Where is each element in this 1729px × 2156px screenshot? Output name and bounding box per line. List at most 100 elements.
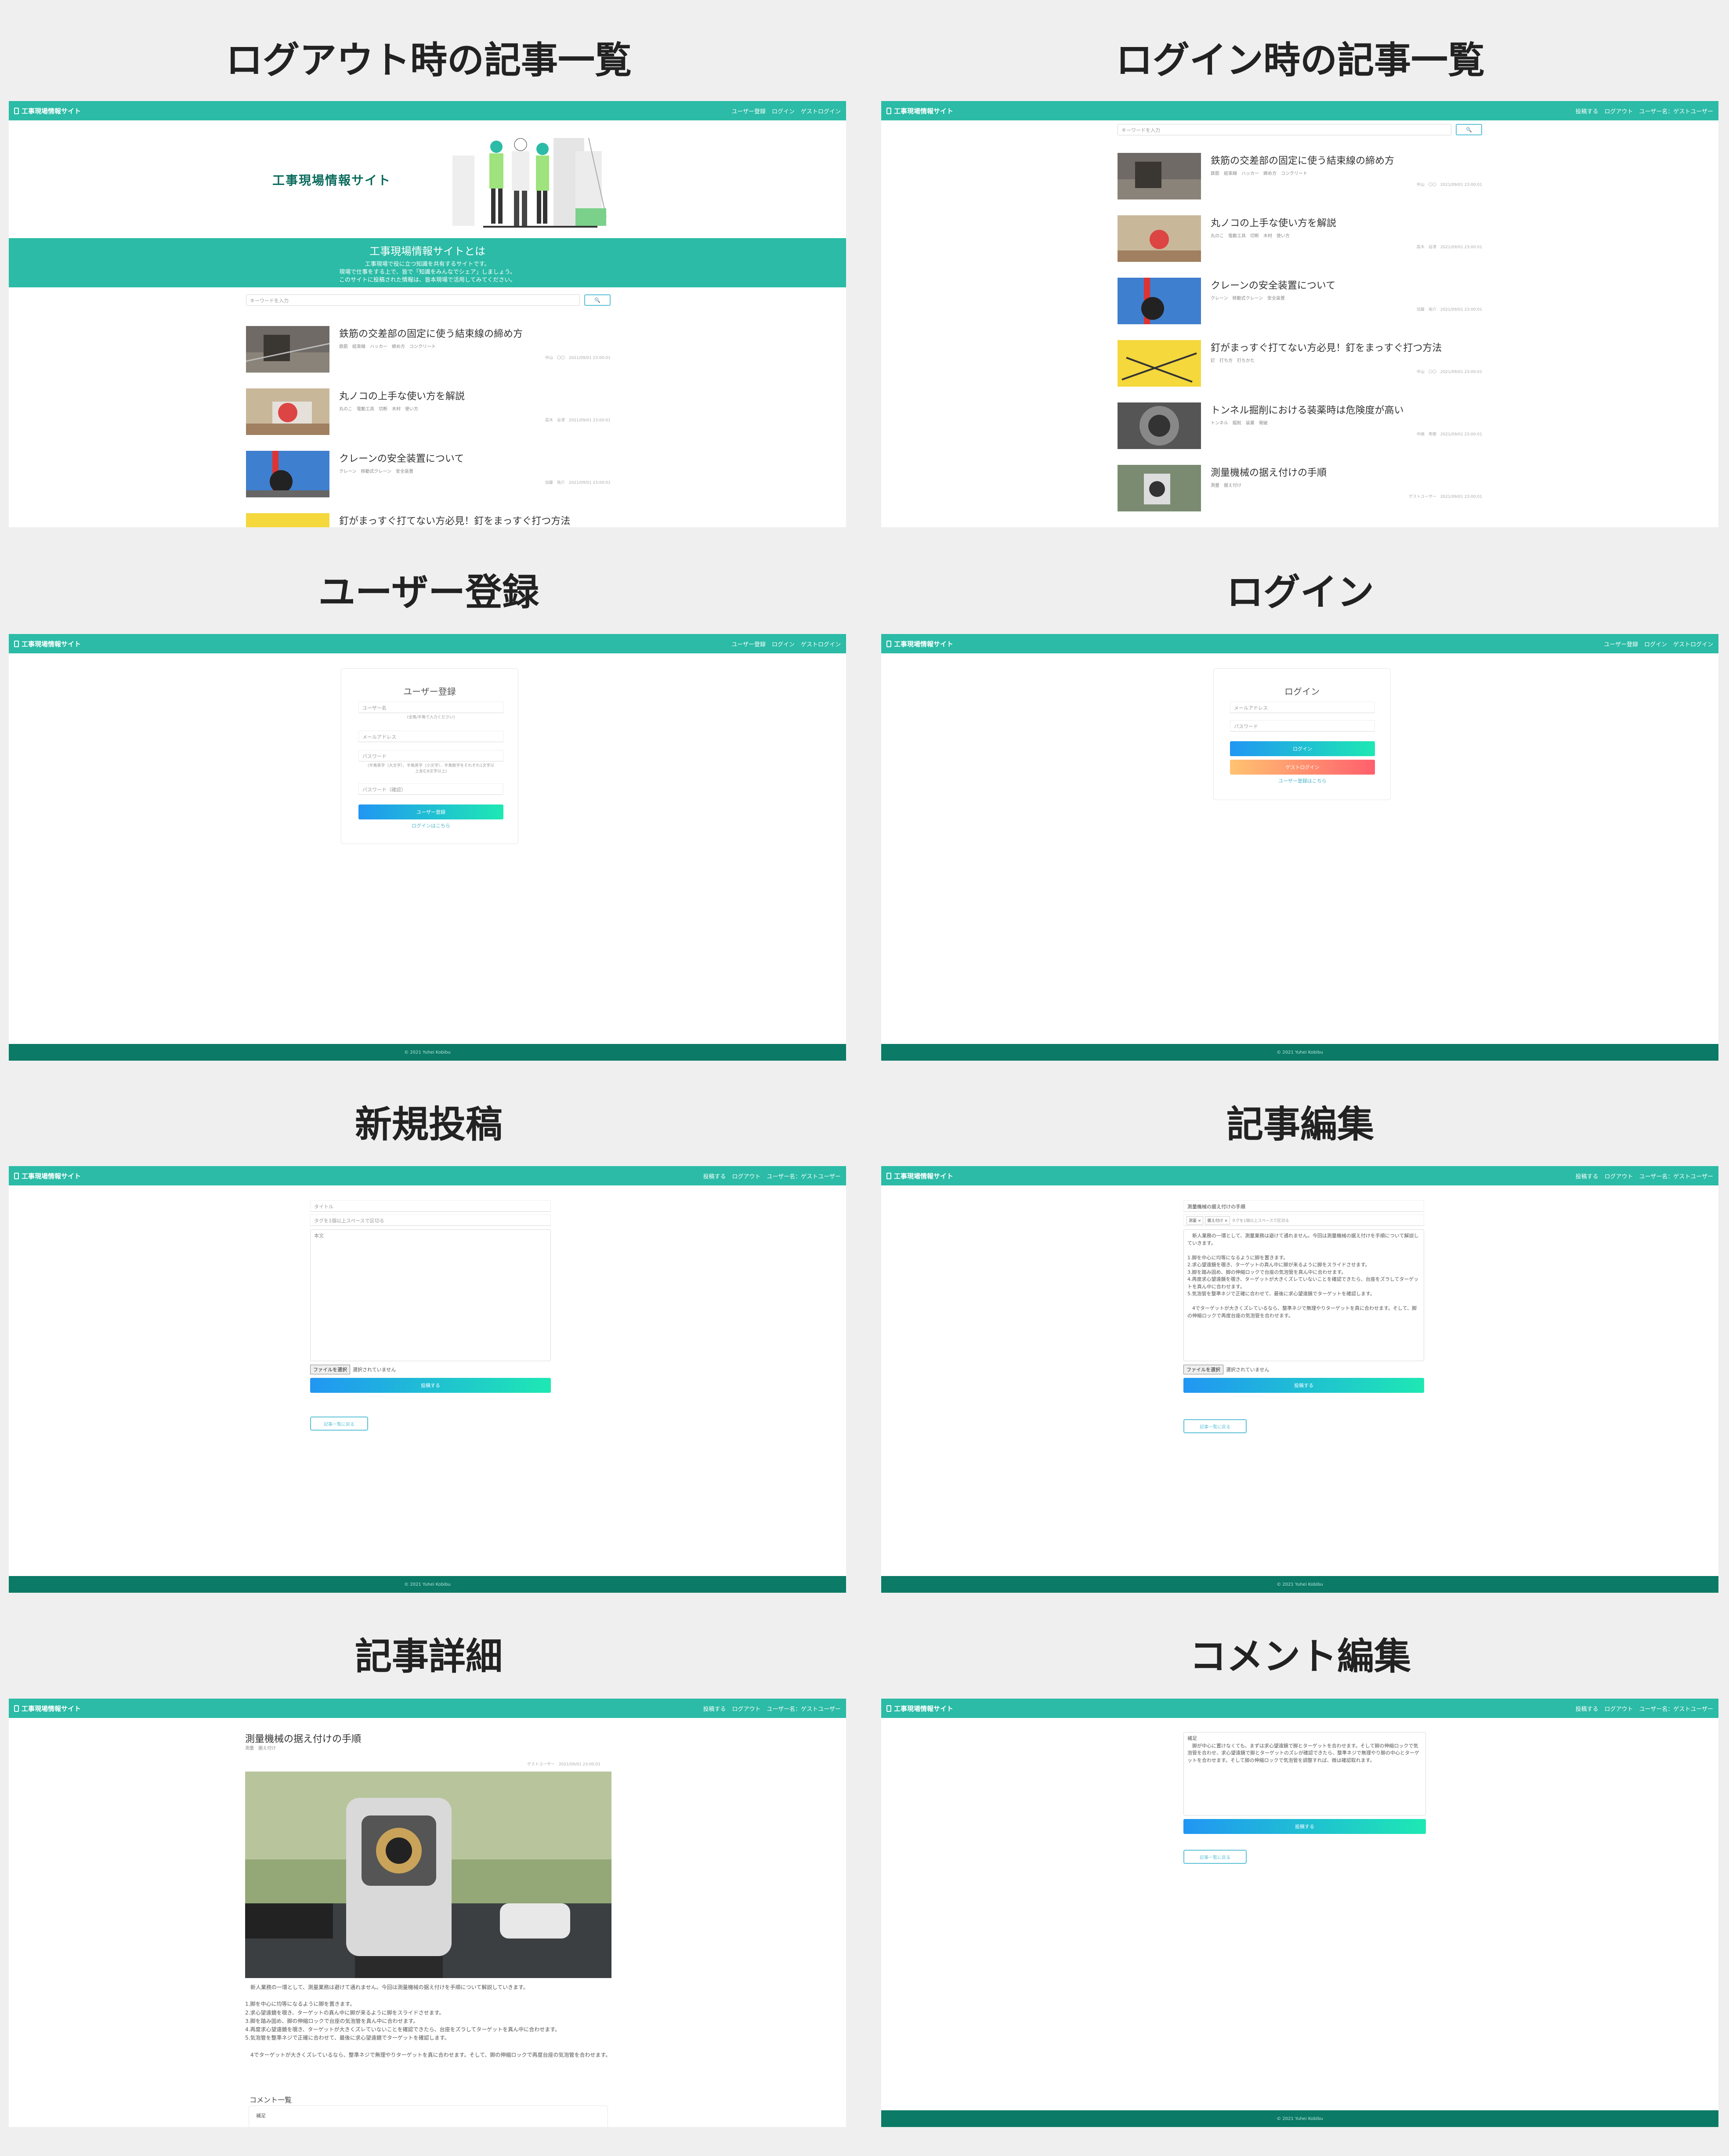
login-submit-button[interactable]: ログイン <box>1230 741 1375 756</box>
article-title[interactable]: 釘がまっすぐ打てない方必見！釘をまっすぐ打つ方法 <box>1211 340 1442 354</box>
article-tags[interactable]: クレーン 移動式クレーン 安全装置 <box>339 467 464 474</box>
article-tags[interactable]: 釘 打ち方 打ちかた <box>1211 357 1442 363</box>
article-thumbnail[interactable] <box>246 388 329 435</box>
post-submit-button[interactable]: 投稿する <box>310 1378 551 1393</box>
tag-chip[interactable]: 据え付け × <box>1205 1216 1230 1225</box>
password-field[interactable]: パスワード <box>358 750 503 761</box>
article-title[interactable]: クレーンの安全装置について <box>339 451 464 465</box>
article-tags[interactable]: トンネル 掘削 装薬 発破 <box>1211 419 1404 426</box>
article-title[interactable]: 鉄筋の交差部の固定に使う結束線の締め方 <box>339 326 523 340</box>
login-link[interactable]: ログインはこちら <box>358 822 503 829</box>
article-title[interactable]: 丸ノコの上手な使い方を解説 <box>339 388 465 402</box>
username-field[interactable]: ユーザー名 <box>358 702 503 713</box>
nav-register[interactable]: ユーザー登録 <box>731 640 766 648</box>
tags-field[interactable]: 測量 × 据え付け × タグを1個以上スペースで区切る <box>1183 1214 1424 1226</box>
nav-new-post[interactable]: 投稿する <box>703 1704 726 1713</box>
article-title[interactable]: 丸ノコの上手な使い方を解説 <box>1211 215 1336 229</box>
brand-link[interactable]: 工事現場情報サイト <box>886 639 953 649</box>
register-link[interactable]: ユーザー登録はこちら <box>1230 777 1375 784</box>
comment-submit-button[interactable]: 投稿する <box>1183 1819 1426 1834</box>
nav-new-post[interactable]: 投稿する <box>1575 1704 1598 1713</box>
body-textarea[interactable]: 新人業務の一環として、測量業務は避けて通れません。今回は測量機械の据え付けを手順… <box>1183 1229 1424 1361</box>
article-title[interactable]: 釘がまっすぐ打てない方必見！釘をまっすぐ打つ方法 <box>339 513 570 527</box>
brand-link[interactable]: 工事現場情報サイト <box>14 1704 81 1713</box>
search-input[interactable]: キーワードを入力 <box>246 294 580 306</box>
article-title[interactable]: 鉄筋の交差部の固定に使う結束線の締め方 <box>1211 153 1394 167</box>
nav-register[interactable]: ユーザー登録 <box>1604 640 1638 648</box>
article-tags[interactable]: クレーン 移動式クレーン 安全装置 <box>1211 294 1335 301</box>
list-item[interactable]: トンネル掘削における装薬時は危険度が高い トンネル 掘削 装薬 発破 中嶋 秀樹 … <box>1118 402 1482 449</box>
article-title[interactable]: トンネル掘削における装薬時は危険度が高い <box>1211 402 1404 417</box>
tag-chip[interactable]: 測量 × <box>1186 1216 1204 1225</box>
nav-login[interactable]: ログイン <box>772 107 795 115</box>
nav-logout[interactable]: ログアウト <box>1605 1704 1633 1713</box>
article-thumbnail[interactable] <box>1118 278 1201 324</box>
search-input[interactable]: キーワードを入力 <box>1118 124 1451 135</box>
nav-guest-login[interactable]: ゲストログイン <box>801 107 841 115</box>
article-thumbnail[interactable] <box>1118 153 1201 199</box>
brand-link[interactable]: 工事現場情報サイト <box>886 1171 953 1181</box>
list-item[interactable]: クレーンの安全装置について クレーン 移動式クレーン 安全装置 加藤 祐介 202… <box>246 451 611 497</box>
password-confirm-field[interactable]: パスワード（確認） <box>358 783 503 795</box>
article-tags[interactable]: 測量 据え付け <box>245 1744 276 1751</box>
article-thumbnail[interactable] <box>1118 465 1201 511</box>
article-thumbnail[interactable] <box>1118 215 1201 262</box>
article-thumbnail[interactable] <box>246 513 329 527</box>
nav-logout[interactable]: ログアウト <box>732 1172 761 1180</box>
brand-link[interactable]: 工事現場情報サイト <box>14 639 81 649</box>
nav-register[interactable]: ユーザー登録 <box>731 107 766 115</box>
article-title[interactable]: 測量機械の据え付けの手順 <box>1211 465 1327 479</box>
body-textarea[interactable]: 本文 <box>310 1229 551 1361</box>
post-submit-button[interactable]: 投稿する <box>1183 1378 1424 1393</box>
list-item[interactable]: 丸ノコの上手な使い方を解説 丸のこ 電動工具 切断 木材 使い方 高木 谷津 20… <box>1118 215 1482 262</box>
list-item[interactable]: 鉄筋の交差部の固定に使う結束線の締め方鉄筋 結束線 ハッカー 締め方 コンクリー… <box>246 326 611 373</box>
nav-guest-login[interactable]: ゲストログイン <box>801 640 841 648</box>
search-button[interactable]: 🔍 <box>584 294 611 306</box>
list-item[interactable]: 丸ノコの上手な使い方を解説 丸のこ 電動工具 切断 木材 使い方 高木 谷津 20… <box>246 388 611 435</box>
article-tags[interactable]: 丸のこ 電動工具 切断 木材 使い方 <box>339 405 465 412</box>
article-tags[interactable]: 測量 据え付け <box>1211 482 1327 488</box>
nav-logout[interactable]: ログアウト <box>732 1704 761 1713</box>
nav-new-post[interactable]: 投稿する <box>703 1172 726 1180</box>
nav-login[interactable]: ログイン <box>772 640 795 648</box>
file-select-button[interactable]: ファイルを選択 <box>310 1365 350 1374</box>
email-field[interactable]: メールアドレス <box>1230 702 1375 713</box>
brand-link[interactable]: 工事現場情報サイト <box>14 106 81 116</box>
register-submit-button[interactable]: ユーザー登録 <box>358 804 503 819</box>
title-field[interactable]: 測量機械の据え付けの手順 <box>1183 1200 1424 1212</box>
article-title[interactable]: クレーンの安全装置について <box>1211 278 1335 292</box>
nav-user[interactable]: ユーザー名：ゲストユーザー <box>767 1704 841 1713</box>
title-field[interactable]: タイトル <box>310 1200 551 1212</box>
nav-new-post[interactable]: 投稿する <box>1575 1172 1598 1180</box>
nav-logout[interactable]: ログアウト <box>1605 1172 1633 1180</box>
back-to-list-button[interactable]: 記事一覧に戻る <box>1183 1850 1247 1864</box>
nav-user[interactable]: ユーザー名：ゲストユーザー <box>767 1172 841 1180</box>
article-tags[interactable]: 鉄筋 結束線 ハッカー 締め方 コンクリート <box>339 343 523 349</box>
nav-logout[interactable]: ログアウト <box>1605 107 1633 115</box>
brand-link[interactable]: 工事現場情報サイト <box>886 1704 953 1713</box>
email-field[interactable]: メールアドレス <box>358 731 503 742</box>
article-thumbnail[interactable] <box>1118 340 1201 387</box>
article-thumbnail[interactable] <box>1118 402 1201 449</box>
file-select-button[interactable]: ファイルを選択 <box>1183 1365 1223 1374</box>
article-thumbnail[interactable] <box>246 326 329 373</box>
back-to-list-button[interactable]: 記事一覧に戻る <box>310 1417 368 1431</box>
nav-new-post[interactable]: 投稿する <box>1575 107 1598 115</box>
nav-user[interactable]: ユーザー名：ゲストユーザー <box>1639 1172 1713 1180</box>
tags-field[interactable]: タグを1個以上スペースで区切る <box>310 1214 551 1226</box>
nav-login[interactable]: ログイン <box>1644 640 1667 648</box>
list-item[interactable]: 釘がまっすぐ打てない方必見！釘をまっすぐ打つ方法 <box>246 513 611 527</box>
password-field[interactable]: パスワード <box>1230 720 1375 732</box>
article-tags[interactable]: 丸のこ 電動工具 切断 木材 使い方 <box>1211 232 1336 239</box>
nav-guest-login[interactable]: ゲストログイン <box>1673 640 1713 648</box>
article-tags[interactable]: 鉄筋 結束線 ハッカー 締め方 コンクリート <box>1211 170 1394 176</box>
brand-link[interactable]: 工事現場情報サイト <box>886 106 953 116</box>
nav-user[interactable]: ユーザー名：ゲストユーザー <box>1639 1704 1713 1713</box>
article-thumbnail[interactable] <box>246 451 329 497</box>
list-item[interactable]: 測量機械の据え付けの手順 測量 据え付け ゲストユーザー 2021/09/01 2… <box>1118 465 1482 511</box>
back-to-list-button[interactable]: 記事一覧に戻る <box>1183 1419 1247 1433</box>
search-button[interactable]: 🔍 <box>1456 124 1482 135</box>
brand-link[interactable]: 工事現場情報サイト <box>14 1171 81 1181</box>
comment-textarea[interactable]: 補足 脚が中心に置けなくても、まずは求心望遠鏡で脚とターゲットを合わせます。そし… <box>1183 1732 1426 1815</box>
nav-user[interactable]: ユーザー名：ゲストユーザー <box>1639 107 1713 115</box>
